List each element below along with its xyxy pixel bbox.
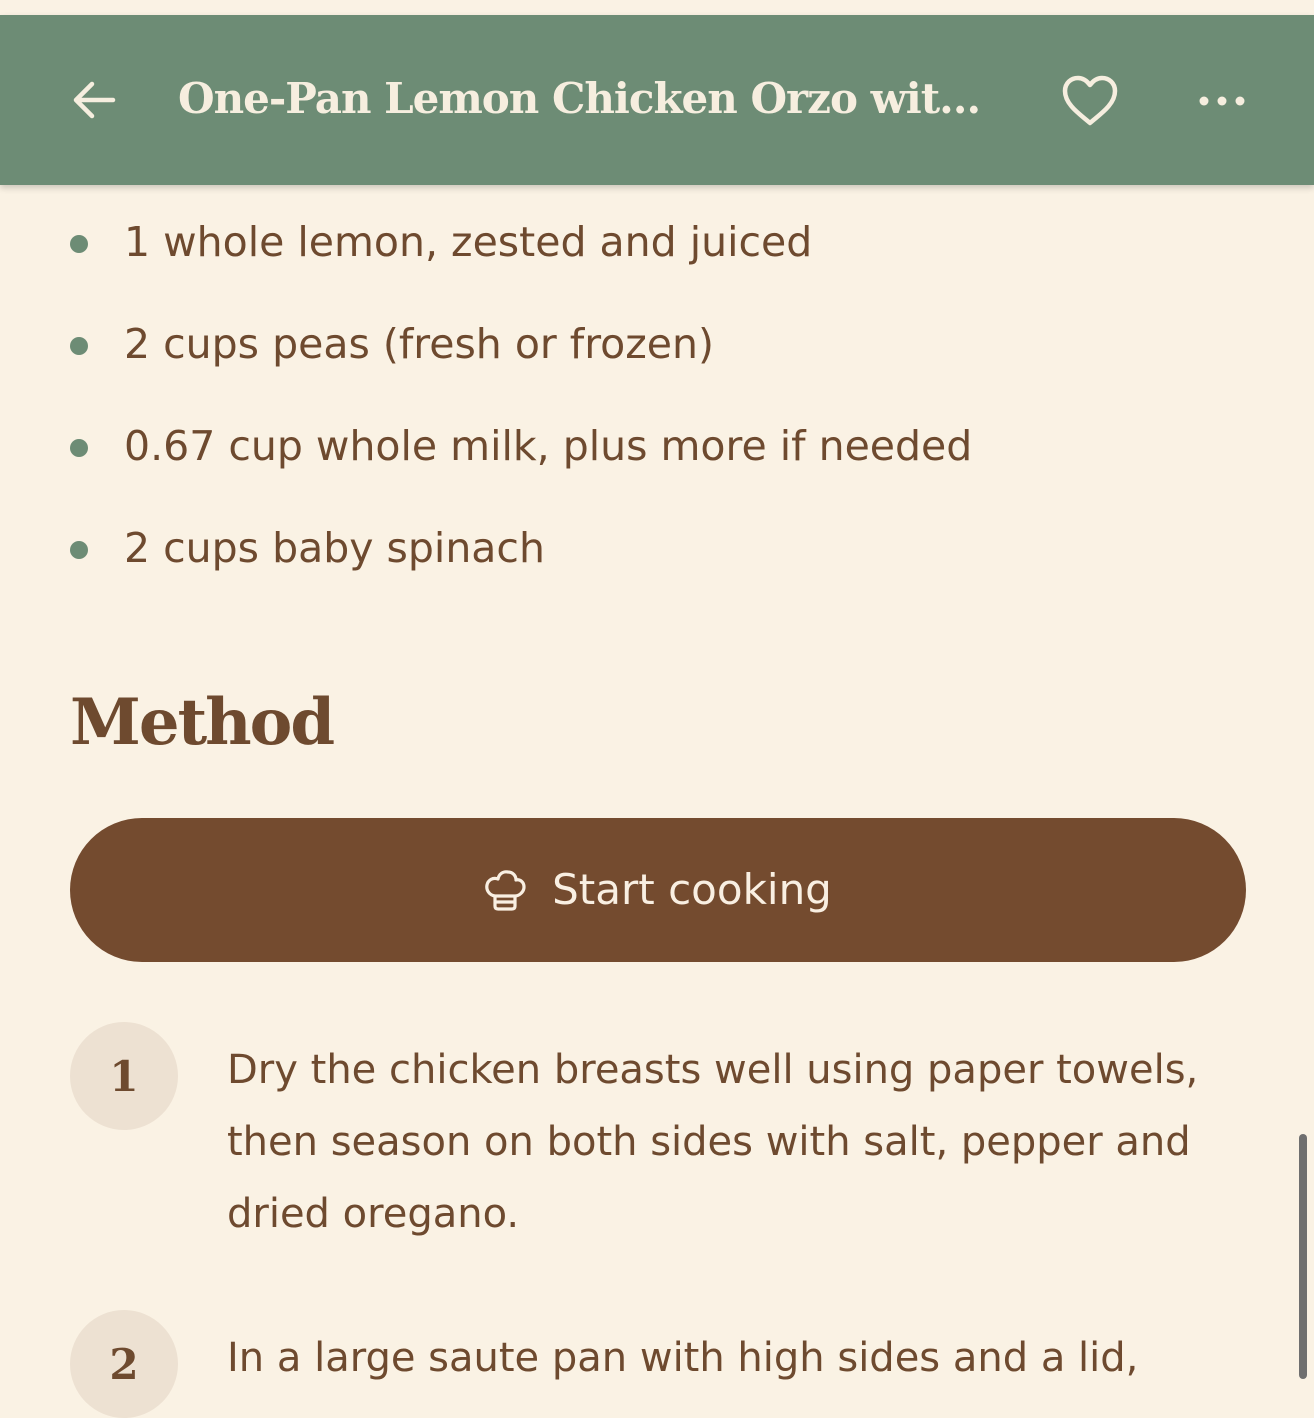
step-number-badge: 2 [70,1310,178,1418]
scrollbar-thumb[interactable] [1299,1134,1307,1379]
step-text: Dry the chicken breasts well using paper… [227,1047,1199,1237]
bullet-dot [70,235,88,253]
favorite-button[interactable] [1054,67,1126,135]
chef-hat-icon [485,870,526,911]
start-cooking-label: Start cooking [552,865,832,914]
more-options-button[interactable] [1188,73,1256,129]
ingredient-text: 2 cups baby spinach [124,524,545,572]
heart-outline-icon [1062,75,1118,126]
status-strip [0,0,1314,15]
method-heading: Method [70,685,335,760]
page-title: One-Pan Lemon Chicken Orzo with Pe... [178,74,1008,123]
arrow-left-icon [73,81,116,119]
ingredient-text: 0.67 cup whole milk, plus more if needed [124,422,973,470]
ingredient-item: 0.67 cup whole milk, plus more if needed [0,394,1314,496]
ingredient-item: 1 whole lemon, zested and juiced [0,190,1314,292]
step-number-badge: 1 [70,1022,178,1130]
app-bar: One-Pan Lemon Chicken Orzo with Pe... [0,15,1314,185]
bullet-dot [70,439,88,457]
step-number: 1 [109,1051,139,1101]
start-cooking-button[interactable]: Start cooking [70,818,1246,962]
step-text: In a large saute pan with high sides and… [227,1335,1139,1381]
ingredient-text: 1 whole lemon, zested and juiced [124,218,813,266]
bullet-dot [70,541,88,559]
more-horizontal-icon [1199,96,1245,106]
ingredient-text: 2 cups peas (fresh or frozen) [124,320,714,368]
ingredient-item: 2 cups baby spinach [0,496,1314,598]
back-button[interactable] [62,65,126,135]
ingredient-item: 2 cups peas (fresh or frozen) [0,292,1314,394]
step-number: 2 [109,1339,139,1389]
bullet-dot [70,337,88,355]
